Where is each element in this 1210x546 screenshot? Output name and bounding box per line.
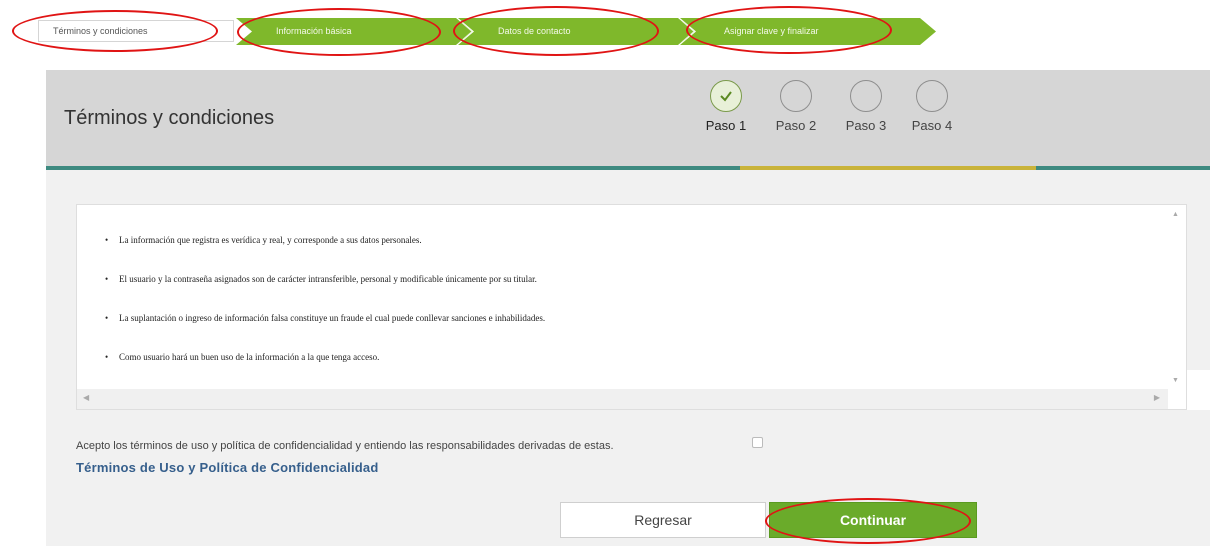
step-3-label: Paso 3 xyxy=(845,118,887,133)
terms-item: Como usuario hará un buen uso de la info… xyxy=(105,353,545,363)
step-4-label: Paso 4 xyxy=(911,118,953,133)
terms-textbox[interactable]: La información que registra es verídica … xyxy=(76,204,1187,410)
page-title: Términos y condiciones xyxy=(64,107,275,129)
step-1-circle xyxy=(710,80,742,112)
wizard-step-contact[interactable]: Datos de contacto xyxy=(458,18,694,45)
divider xyxy=(1187,370,1210,410)
chevron-separator-icon xyxy=(680,18,698,45)
terms-item: La suplantación o ingreso de información… xyxy=(105,314,545,324)
wizard-breadcrumb: Términos y condiciones Información básic… xyxy=(0,0,1210,62)
page: Términos y condiciones Información básic… xyxy=(0,0,1210,546)
chevron-separator-icon xyxy=(458,18,476,45)
terms-list: La información que registra es verídica … xyxy=(105,236,545,392)
terms-item: El usuario y la contraseña asignados son… xyxy=(105,275,545,285)
terms-policy-link[interactable]: Términos de Uso y Política de Confidenci… xyxy=(76,460,378,475)
step-indicator-1: Paso 1 xyxy=(702,80,750,133)
step-2-circle xyxy=(780,80,812,112)
wizard-step-finish-label: Asignar clave y finalizar xyxy=(724,26,819,36)
check-icon xyxy=(720,91,732,102)
horizontal-scrollbar[interactable]: ◀ ▶ xyxy=(77,389,1168,409)
scroll-left-icon[interactable]: ◀ xyxy=(83,393,89,402)
accept-terms-label: Acepto los términos de uso y política de… xyxy=(76,440,614,452)
scroll-right-icon[interactable]: ▶ xyxy=(1154,393,1160,402)
terms-item: La información que registra es verídica … xyxy=(105,236,545,246)
wizard-step-basic-info[interactable]: Información básica xyxy=(236,18,472,45)
scroll-up-icon[interactable]: ▲ xyxy=(1172,211,1179,218)
wizard-step-terms-label: Términos y condiciones xyxy=(53,26,148,36)
scroll-down-icon[interactable]: ▼ xyxy=(1172,377,1179,384)
wizard-step-contact-label: Datos de contacto xyxy=(498,26,571,36)
vertical-scrollbar[interactable]: ▲ ▼ xyxy=(1166,205,1186,409)
step-indicator-2: Paso 2 xyxy=(772,80,820,133)
wizard-step-basic-info-label: Información básica xyxy=(276,26,352,36)
continue-button[interactable]: Continuar xyxy=(769,502,977,538)
step-1-label: Paso 1 xyxy=(705,118,747,133)
panel-header: Términos y condiciones Paso 1 Paso 2 Pas… xyxy=(46,70,1210,166)
step-3-circle xyxy=(850,80,882,112)
step-indicator-4: Paso 4 xyxy=(908,80,956,133)
step-indicator-3: Paso 3 xyxy=(842,80,890,133)
wizard-step-finish[interactable]: Asignar clave y finalizar xyxy=(680,18,936,45)
step-2-label: Paso 2 xyxy=(775,118,817,133)
wizard-step-terms[interactable]: Términos y condiciones xyxy=(38,20,234,42)
step-4-circle xyxy=(916,80,948,112)
accept-terms-checkbox[interactable] xyxy=(752,437,763,448)
back-button[interactable]: Regresar xyxy=(560,502,766,538)
